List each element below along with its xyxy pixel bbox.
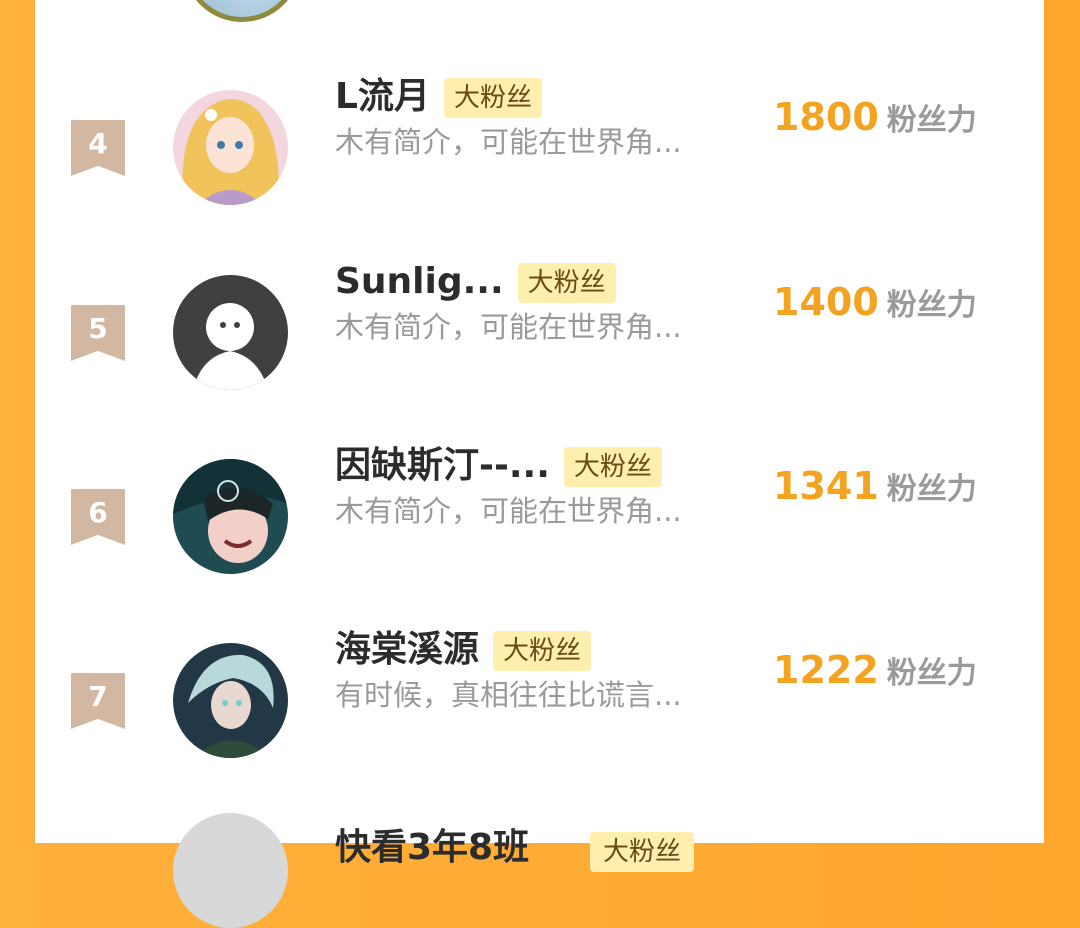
fan-power-score: 1400 粉丝力 [773,280,977,324]
username-partial[interactable]: 快看3年8班 [335,823,529,873]
user-bio: 有时候，真相往往比谎言... [335,678,682,712]
avatar-rank-8-partial[interactable] [173,813,288,928]
ranking-row[interactable]: 5 Sunlig... 大粉丝 木有简介，可能在世界角... 1400 粉丝力 [0,261,1080,435]
rank-ribbon-icon: 7 [71,673,125,729]
fan-badge-partial: 大粉丝 [590,832,694,872]
ranking-row[interactable]: 4 L流月 大粉丝 木有简介，可能在世界角... 1800 粉丝力 [0,76,1080,250]
username[interactable]: 因缺斯汀--... 大粉丝 [335,441,662,491]
fan-badge: 大粉丝 [493,631,592,671]
username[interactable]: 海棠溪源 大粉丝 [335,625,592,675]
avatar[interactable] [173,90,288,205]
fan-power-score: 1800 粉丝力 [773,95,977,139]
user-bio: 木有简介，可能在世界角... [335,494,682,528]
rank-ribbon-icon: 6 [71,489,125,545]
avatar-default-icon[interactable] [173,275,288,390]
username[interactable]: L流月 大粉丝 [335,72,542,122]
rank-ribbon-icon: 5 [71,305,125,361]
fan-power-score: 1341 粉丝力 [773,464,977,508]
fan-badge: 大粉丝 [443,78,542,118]
rank-ribbon-icon: 4 [71,120,125,176]
username[interactable]: Sunlig... 大粉丝 [335,257,616,307]
avatar[interactable] [173,459,288,574]
avatar[interactable] [173,643,288,758]
ranking-row[interactable]: 7 海棠溪源 大粉丝 有时候，真相往往比谎言... 1222 粉丝力 [0,629,1080,803]
user-bio: 木有简介，可能在世界角... [335,310,682,344]
ranking-row[interactable]: 6 因缺斯汀--... 大粉丝 木有简介，可能在世界角... 1341 粉丝力 [0,445,1080,619]
user-bio: 木有简介，可能在世界角... [335,125,682,159]
fan-badge: 大粉丝 [563,447,662,487]
fan-badge: 大粉丝 [517,263,616,303]
fan-power-score: 1222 粉丝力 [773,648,977,692]
